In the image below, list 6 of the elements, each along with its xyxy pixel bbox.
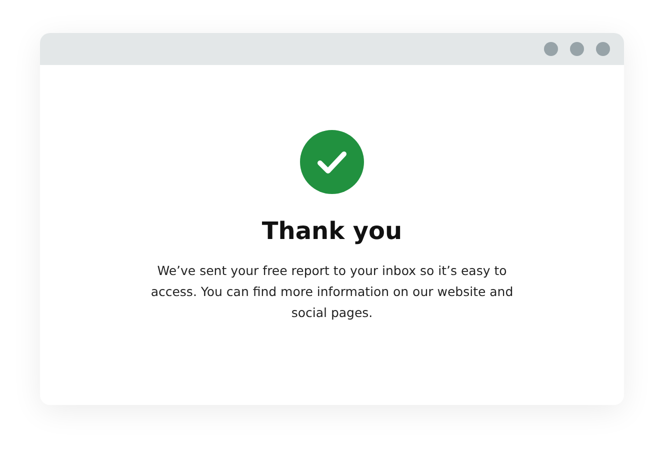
check-circle-icon	[300, 130, 364, 194]
window-control-icon[interactable]	[596, 42, 610, 56]
window-control-icon[interactable]	[544, 42, 558, 56]
heading: Thank you	[262, 216, 402, 246]
window-control-icon[interactable]	[570, 42, 584, 56]
message-text: We’ve sent your free report to your inbox so it’s easy to access. You can find more information on our website and social pages.	[150, 262, 514, 322]
